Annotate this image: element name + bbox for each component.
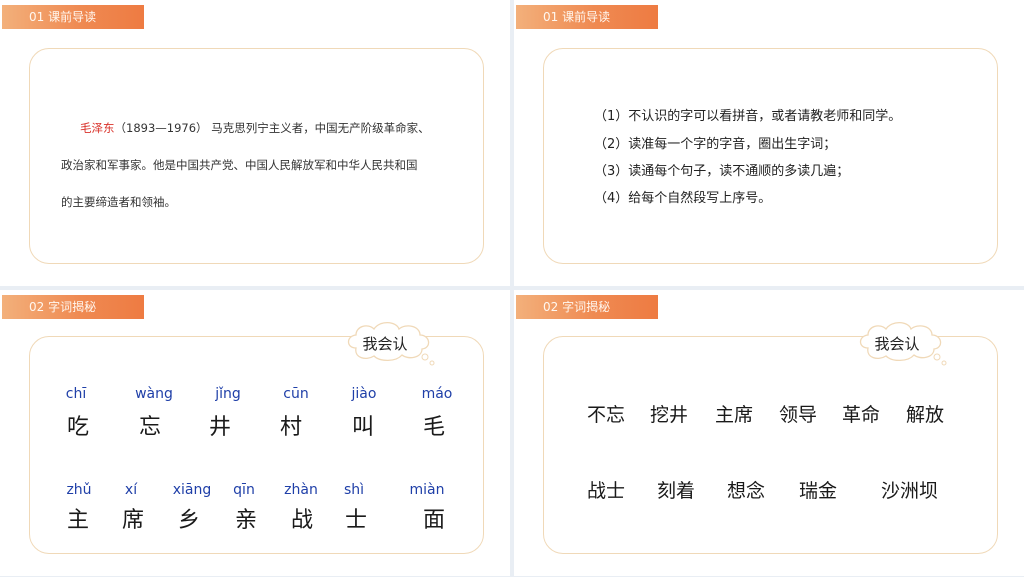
character: 毛 [422, 415, 445, 440]
pinyin: miàn [409, 482, 445, 498]
character: 亲 [234, 508, 257, 533]
character: 乡 [177, 508, 200, 533]
person-name: 毛泽东 [80, 121, 115, 135]
pinyin: cūn [283, 386, 309, 402]
pinyin: chī [65, 386, 87, 402]
character: 席 [121, 508, 144, 533]
section-tag: 02 字词揭秘 [516, 295, 658, 319]
content-card [543, 48, 998, 264]
character: 叫 [351, 415, 374, 440]
section-tag: 01 课前导读 [2, 5, 144, 29]
bio-line-3: 的主要缔造者和领袖。 [61, 195, 176, 209]
slide-word-recognition[interactable]: 02 字词揭秘 我会认 不忘 挖井 主席 领导 革命 解放 战士 刻着 想念 瑞… [514, 290, 1024, 576]
character: 面 [422, 508, 445, 533]
pinyin: shì [343, 482, 365, 498]
pinyin: xiāng [172, 482, 212, 498]
word: 革命 [842, 404, 881, 426]
bio-line-1: 毛泽东（1893—1976） 马克思列宁主义者，中国无产阶级革命家、 [80, 120, 430, 136]
cloud-label: 我会认 [362, 335, 408, 353]
section-tag: 01 课前导读 [516, 5, 658, 29]
slide-intro-bio[interactable]: 01 课前导读 毛泽东（1893—1976） 马克思列宁主义者，中国无产阶级革命… [0, 0, 510, 286]
character: 村 [279, 415, 302, 440]
character: 主 [66, 508, 89, 533]
character: 井 [208, 415, 231, 440]
step-item: （1）不认识的字可以看拼音，或者请教老师和同学。 [594, 109, 902, 124]
character: 士 [344, 508, 367, 533]
pinyin: jiào [351, 386, 377, 402]
pinyin: máo [421, 386, 453, 402]
word: 主席 [715, 404, 754, 426]
word: 瑞金 [799, 480, 838, 502]
pinyin: xí [124, 482, 138, 498]
word: 战士 [587, 480, 626, 502]
step-item: （3）读通每个句子，读不通顺的多读几遍； [594, 164, 850, 179]
slide-reading-steps[interactable]: 01 课前导读 （1）不认识的字可以看拼音，或者请教老师和同学。 （2）读准每一… [514, 0, 1024, 286]
word: 解放 [906, 404, 945, 426]
word: 想念 [727, 480, 766, 502]
cloud-label: 我会认 [874, 335, 920, 353]
cloud-bubble: 我会认 [342, 318, 438, 368]
word: 领导 [779, 404, 818, 426]
word: 刻着 [657, 480, 696, 502]
step-item: （4）给每个自然段写上序号。 [594, 191, 772, 206]
pinyin: qīn [233, 482, 255, 498]
pinyin: zhǔ [66, 482, 92, 498]
slide-pinyin-characters[interactable]: 02 字词揭秘 我会认 chī 吃 wàng 忘 jǐng 井 cūn 村 ji… [0, 290, 510, 576]
pinyin: zhàn [284, 482, 318, 498]
word: 不忘 [587, 404, 626, 426]
word: 沙洲坝 [881, 480, 939, 502]
section-tag: 02 字词揭秘 [2, 295, 144, 319]
character: 吃 [66, 415, 89, 440]
pinyin: jǐng [215, 386, 241, 402]
step-item: （2）读准每一个字的字音，圈出生字词； [594, 137, 837, 152]
cloud-bubble: 我会认 [854, 318, 950, 368]
pinyin: wàng [135, 386, 173, 402]
content-card [543, 336, 998, 554]
word: 挖井 [650, 404, 689, 426]
bio-line-1-rest: （1893—1976） 马克思列宁主义者，中国无产阶级革命家、 [114, 121, 430, 135]
content-card [29, 48, 484, 264]
bio-line-2: 政治家和军事家。他是中国共产党、中国人民解放军和中华人民共和国 [61, 158, 418, 172]
character: 忘 [138, 415, 161, 440]
character: 战 [290, 508, 313, 533]
